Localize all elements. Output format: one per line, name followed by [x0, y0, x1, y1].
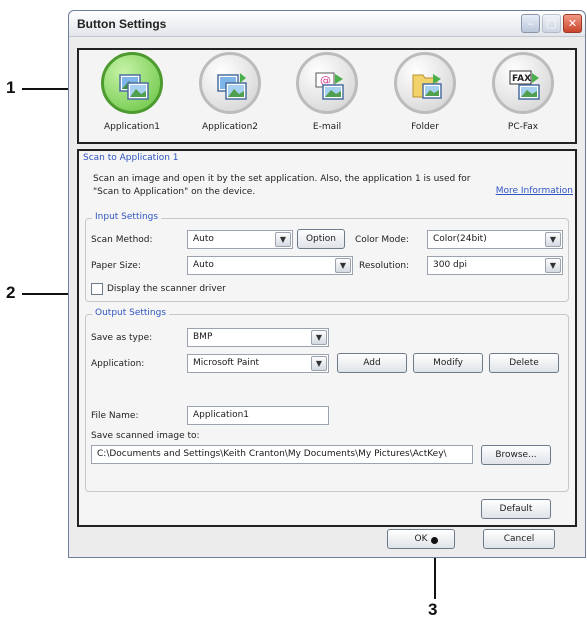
- tool-email[interactable]: @ E-mail: [282, 52, 372, 132]
- tool-label: PC-Fax: [507, 122, 539, 132]
- input-settings-label: Input Settings: [92, 212, 162, 222]
- color-mode-label: Color Mode:: [355, 235, 409, 245]
- display-driver-label: Display the scanner driver: [107, 284, 226, 294]
- callout-2: 2: [6, 283, 16, 302]
- chevron-down-icon[interactable]: ▼: [545, 258, 561, 273]
- application-value: Microsoft Paint: [193, 358, 260, 368]
- destination-toolbar: Application1 Application2 @ E-mail Folde…: [77, 48, 577, 144]
- callout-3-dot: [431, 537, 438, 544]
- callout-1: 1: [6, 78, 16, 97]
- modify-button[interactable]: Modify: [413, 353, 483, 373]
- chevron-down-icon[interactable]: ▼: [311, 330, 327, 345]
- minimize-icon[interactable]: –: [521, 14, 540, 33]
- description-line: "Scan to Application" on the device.: [93, 187, 256, 197]
- output-settings-label: Output Settings: [92, 308, 170, 318]
- scan-method-value: Auto: [193, 234, 214, 244]
- paper-size-value: Auto: [193, 260, 214, 270]
- tool-folder[interactable]: Folder: [380, 52, 470, 132]
- application-select[interactable]: Microsoft Paint ▼: [187, 354, 329, 373]
- paper-size-label: Paper Size:: [91, 261, 141, 271]
- cancel-button[interactable]: Cancel: [483, 529, 555, 549]
- maximize-icon[interactable]: □: [542, 14, 561, 33]
- close-icon[interactable]: ✕: [563, 14, 582, 33]
- chevron-down-icon[interactable]: ▼: [545, 232, 561, 247]
- default-button[interactable]: Default: [481, 499, 551, 519]
- ok-button[interactable]: OK: [387, 529, 455, 549]
- panel-description: Scan an image and open it by the set app…: [93, 173, 493, 199]
- window-title: Button Settings: [77, 17, 167, 31]
- delete-button[interactable]: Delete: [489, 353, 559, 373]
- tool-label: E-mail: [312, 122, 342, 132]
- display-driver-checkbox[interactable]: [91, 283, 103, 295]
- tool-label: Application1: [103, 122, 160, 132]
- application1-icon: [119, 74, 149, 100]
- callout-3: 3: [428, 600, 438, 619]
- resolution-label: Resolution:: [359, 261, 410, 271]
- resolution-select[interactable]: 300 dpi ▼: [427, 256, 563, 275]
- save-type-select[interactable]: BMP ▼: [187, 328, 329, 347]
- application-label: Application:: [91, 359, 145, 369]
- paper-size-select[interactable]: Auto ▼: [187, 256, 353, 275]
- tool-label: Folder: [411, 122, 439, 132]
- panel-title: Scan to Application 1: [83, 153, 179, 163]
- save-type-label: Save as type:: [91, 333, 153, 343]
- application2-icon: [217, 73, 247, 100]
- chevron-down-icon[interactable]: ▼: [311, 356, 327, 371]
- tool-application1[interactable]: Application1: [87, 52, 177, 132]
- chevron-down-icon[interactable]: ▼: [275, 232, 291, 247]
- color-mode-value: Color(24bit): [433, 234, 487, 244]
- file-name-label: File Name:: [91, 411, 139, 421]
- option-button[interactable]: Option: [297, 229, 345, 249]
- description-line: Scan an image and open it by the set app…: [93, 174, 471, 184]
- tool-pc-fax[interactable]: FAX PC-Fax: [478, 52, 568, 132]
- add-button[interactable]: Add: [337, 353, 407, 373]
- save-to-path-field[interactable]: C:\Documents and Settings\Keith Cranton\…: [91, 445, 473, 464]
- settings-panel: Scan to Application 1 Scan an image and …: [77, 149, 577, 527]
- scan-method-select[interactable]: Auto ▼: [187, 230, 293, 249]
- file-name-field[interactable]: Application1: [187, 406, 329, 425]
- window-controls: – □ ✕: [521, 14, 582, 33]
- fax-badge: FAX: [512, 74, 531, 84]
- chevron-down-icon[interactable]: ▼: [335, 258, 351, 273]
- tool-application2[interactable]: Application2: [185, 52, 275, 132]
- button-settings-window: Button Settings – □ ✕ Application1 Appli…: [68, 10, 586, 558]
- folder-icon: [412, 74, 442, 99]
- scan-method-label: Scan Method:: [91, 235, 153, 245]
- browse-button[interactable]: Browse...: [481, 445, 551, 465]
- save-type-value: BMP: [193, 332, 213, 342]
- title-bar[interactable]: Button Settings – □ ✕: [69, 11, 585, 37]
- email-icon: @: [315, 72, 344, 100]
- tool-label: Application2: [201, 122, 258, 132]
- save-to-label: Save scanned image to:: [91, 431, 200, 441]
- resolution-value: 300 dpi: [433, 260, 467, 270]
- color-mode-select[interactable]: Color(24bit) ▼: [427, 230, 563, 249]
- more-information-link[interactable]: More Information: [496, 186, 573, 196]
- pc-fax-icon: FAX: [509, 70, 540, 100]
